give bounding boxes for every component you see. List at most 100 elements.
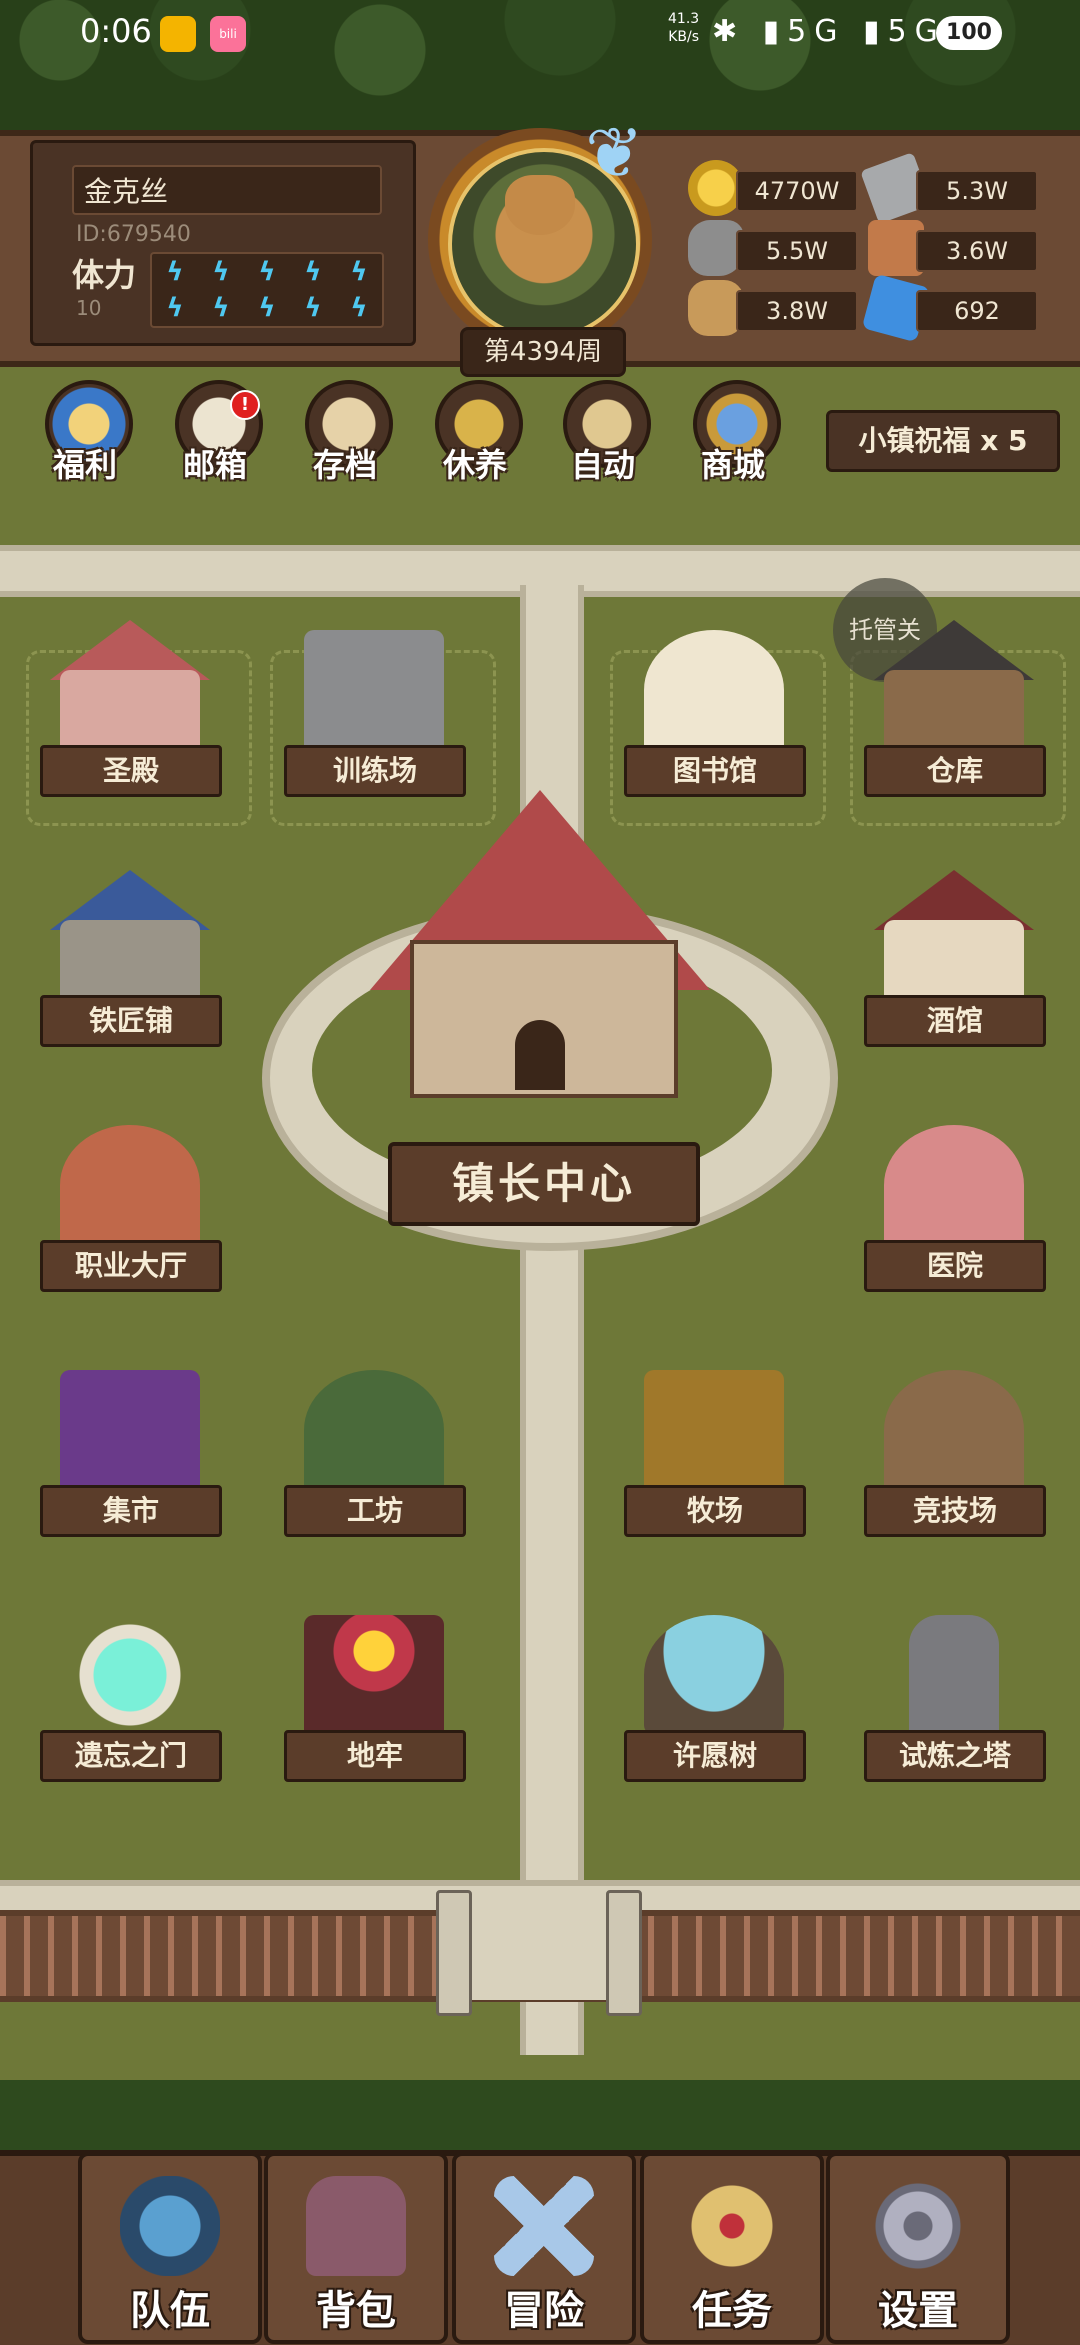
- stamina-bolt-icon: ϟ: [166, 257, 184, 287]
- quest-scroll-icon: [682, 2176, 782, 2276]
- stamina-bolt-icon: ϟ: [212, 293, 230, 323]
- blacksmith-icon: [60, 920, 200, 1000]
- warehouse-label: 仓库: [864, 745, 1046, 797]
- resource-stone-value: 5.5W: [736, 230, 858, 272]
- building-wishing-tree[interactable]: 许愿树: [624, 1605, 806, 1795]
- workshop-icon: [304, 1370, 444, 1490]
- stamina-bar[interactable]: ϟ ϟ ϟ ϟ ϟ ϟ ϟ ϟ ϟ ϟ: [150, 252, 384, 328]
- nav-quest-label: 任务: [692, 2288, 772, 2334]
- building-trial-tower[interactable]: 试炼之塔: [864, 1605, 1046, 1795]
- helmet-icon: [120, 2176, 220, 2276]
- gate-post-left: [436, 1890, 472, 2016]
- stamina-bolt-icon: ϟ: [304, 293, 322, 323]
- status-bar: 0:06 bili 41.3 KB/s ✱ ▮5G ▮5G ≋ 100: [0, 0, 1080, 66]
- avatar-dog-image: [505, 175, 575, 235]
- building-dungeon[interactable]: 地牢: [284, 1605, 466, 1795]
- market-label: 集市: [40, 1485, 222, 1537]
- workshop-label: 工坊: [284, 1485, 466, 1537]
- mayor-center-label[interactable]: 镇长中心: [388, 1142, 700, 1226]
- market-tent-icon: [60, 1370, 200, 1490]
- tavern-icon: [884, 920, 1024, 1000]
- building-hospital[interactable]: 医院: [864, 1115, 1046, 1305]
- resource-gold-value: 4770W: [736, 170, 858, 212]
- bilibili-app-icon: bili: [210, 16, 246, 52]
- arena-colosseum-icon: [884, 1370, 1024, 1490]
- building-job-hall[interactable]: 职业大厅: [40, 1115, 222, 1305]
- nav-adventure-label: 冒险: [504, 2288, 584, 2334]
- temple-label: 圣殿: [40, 745, 222, 797]
- stamina-bolt-icon: ϟ: [350, 293, 368, 323]
- wishing-tree-icon: [644, 1615, 784, 1735]
- gear-icon: [868, 2176, 968, 2276]
- building-forgotten-gate[interactable]: 遗忘之门: [40, 1605, 222, 1795]
- building-blacksmith[interactable]: 铁匠铺: [40, 870, 222, 1060]
- auto-label: 自动: [570, 446, 635, 484]
- stamina-bolt-icon: ϟ: [350, 257, 368, 287]
- nav-adventure-button[interactable]: 冒险: [452, 2152, 636, 2344]
- auto-button[interactable]: 自动: [548, 380, 658, 490]
- mail-label: 邮箱: [182, 446, 247, 484]
- resource-leather[interactable]: 3.6W: [868, 220, 1038, 276]
- battery-icon: 100: [936, 16, 1002, 50]
- backpack-icon: [306, 2176, 406, 2276]
- building-temple[interactable]: 圣殿: [40, 620, 222, 810]
- dungeon-flame-icon: [304, 1615, 444, 1735]
- save-button[interactable]: 存档: [290, 380, 400, 490]
- building-training[interactable]: 训练场: [284, 620, 466, 810]
- building-arena[interactable]: 竞技场: [864, 1360, 1046, 1550]
- status-time: 0:06: [80, 12, 152, 50]
- building-warehouse[interactable]: 仓库: [864, 620, 1046, 810]
- hospital-label: 医院: [864, 1240, 1046, 1292]
- stamina-bolt-icon: ϟ: [166, 293, 184, 323]
- network-speed: 41.3 KB/s: [668, 10, 699, 46]
- library-book-icon: [644, 630, 784, 750]
- network-speed-unit: KB/s: [668, 29, 699, 45]
- welfare-button[interactable]: 福利: [30, 380, 140, 490]
- resource-stone[interactable]: 5.5W: [688, 220, 858, 276]
- nav-settings-label: 设置: [878, 2288, 958, 2334]
- building-workshop[interactable]: 工坊: [284, 1360, 466, 1550]
- trial-tower-label: 试炼之塔: [864, 1730, 1046, 1782]
- shop-button[interactable]: 商城: [678, 380, 788, 490]
- town-blessing-button[interactable]: 小镇祝福 x 5: [826, 410, 1060, 472]
- rest-button[interactable]: 休养: [420, 380, 530, 490]
- ranch-label: 牧场: [624, 1485, 806, 1537]
- resource-crystal-value: 692: [916, 290, 1038, 332]
- building-tavern[interactable]: 酒馆: [864, 870, 1046, 1060]
- resource-wood[interactable]: 3.8W: [688, 280, 858, 336]
- stamina-label: 体力: [72, 256, 137, 294]
- resource-gold[interactable]: 4770W: [688, 160, 858, 216]
- resources-panel: 4770W 5.3W 5.5W 3.6W 3.8W 692: [668, 140, 1050, 343]
- nav-bag-label: 背包: [316, 2288, 396, 2334]
- training-ground-icon: [304, 630, 444, 750]
- stamina-value: 10: [76, 296, 102, 320]
- town-gate-opening: [470, 1900, 610, 2000]
- stamina-bolt-icon: ϟ: [212, 257, 230, 287]
- gate-post-right: [606, 1890, 642, 2016]
- nav-team-button[interactable]: 队伍: [78, 2152, 262, 2344]
- arena-label: 竞技场: [864, 1485, 1046, 1537]
- notification-app-icon: [160, 16, 196, 52]
- tavern-label: 酒馆: [864, 995, 1046, 1047]
- building-library[interactable]: 图书馆: [624, 620, 806, 810]
- welfare-label: 福利: [52, 446, 117, 484]
- rest-label: 休养: [442, 446, 507, 484]
- resource-crystal[interactable]: 692: [861, 273, 1038, 343]
- resource-iron[interactable]: 5.3W: [860, 152, 1038, 224]
- player-name: 金克丝: [72, 165, 382, 215]
- building-mayor-center[interactable]: [370, 790, 710, 1120]
- network-speed-value: 41.3: [668, 11, 700, 27]
- mail-notification-badge: !: [230, 390, 260, 420]
- wishing-tree-label: 许愿树: [624, 1730, 806, 1782]
- warehouse-icon: [884, 670, 1024, 750]
- nav-team-label: 队伍: [130, 2288, 210, 2334]
- building-market[interactable]: 集市: [40, 1360, 222, 1550]
- butterfly-decoration-icon: ❦: [585, 112, 644, 194]
- building-ranch[interactable]: 牧场: [624, 1360, 806, 1550]
- forgotten-gate-portal-icon: [60, 1615, 200, 1735]
- nav-bag-button[interactable]: 背包: [264, 2152, 448, 2344]
- shop-label: 商城: [700, 446, 765, 484]
- nav-quest-button[interactable]: 任务: [640, 2152, 824, 2344]
- blacksmith-label: 铁匠铺: [40, 995, 222, 1047]
- nav-settings-button[interactable]: 设置: [826, 2152, 1010, 2344]
